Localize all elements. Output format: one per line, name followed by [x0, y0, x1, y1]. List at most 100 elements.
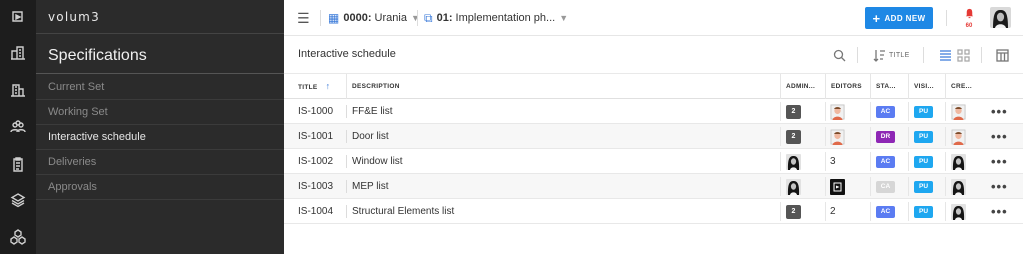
column-header-creator[interactable]: CRE...: [945, 74, 972, 99]
icon-rail: [0, 0, 36, 254]
table-row[interactable]: IS-1003 MEP list CA PU •••: [284, 174, 1023, 199]
column-divider: [780, 202, 781, 221]
row-editors[interactable]: [830, 174, 845, 199]
row-visibility[interactable]: PU: [914, 99, 933, 124]
phase-code: 01:: [436, 12, 453, 24]
row-admins[interactable]: 2: [786, 99, 801, 124]
status-badge: AC: [876, 155, 895, 168]
column-divider: [870, 127, 871, 146]
more-options-icon[interactable]: •••: [991, 174, 1008, 199]
team-icon[interactable]: [0, 110, 36, 144]
column-divider: [780, 152, 781, 171]
column-divider: [908, 102, 909, 121]
phase-selector[interactable]: ⧉ 01: Implementation ph... ▼: [424, 0, 568, 36]
column-header-admins[interactable]: ADMIN...: [780, 74, 815, 99]
column-header-status[interactable]: STA...: [870, 74, 896, 99]
buildings-icon[interactable]: [0, 36, 36, 70]
column-divider: [908, 152, 909, 171]
column-divider: [825, 102, 826, 121]
row-editors-count: 3: [830, 156, 836, 167]
row-admins-count-badge: 2: [786, 129, 801, 144]
column-divider: [780, 102, 781, 121]
clipboard-icon[interactable]: [0, 147, 36, 181]
list-view-icon[interactable]: [939, 46, 952, 64]
row-editors-count: 2: [830, 206, 836, 217]
row-status[interactable]: DR: [876, 124, 895, 149]
logo-icon[interactable]: [0, 0, 36, 34]
sidebar: volum3 Specifications Current Set Workin…: [36, 0, 284, 254]
row-admins[interactable]: [786, 149, 801, 174]
notifications-button[interactable]: 60: [959, 6, 979, 30]
row-visibility[interactable]: PU: [914, 199, 933, 224]
grid-view-icon[interactable]: [957, 46, 970, 64]
search-icon[interactable]: [833, 46, 846, 64]
sidebar-item-working-set[interactable]: Working Set: [36, 100, 284, 125]
row-title: IS-1004: [298, 206, 334, 217]
hamburger-icon[interactable]: ☰: [297, 0, 310, 36]
row-creator[interactable]: [951, 99, 966, 124]
row-editors[interactable]: [830, 99, 845, 124]
column-divider: [870, 202, 871, 221]
more-options-icon[interactable]: •••: [991, 124, 1008, 149]
status-badge: DR: [876, 130, 895, 143]
table-header: TITLE ↑ DESCRIPTION ADMIN... EDITORS STA.…: [284, 74, 1023, 99]
table-row[interactable]: IS-1004 Structural Elements list 2 2 AC PU •••: [284, 199, 1023, 224]
column-header-editors[interactable]: EDITORS: [825, 74, 862, 99]
notification-count: 60: [965, 23, 973, 29]
column-header-visibility[interactable]: VISI...: [908, 74, 934, 99]
row-editors[interactable]: 3: [830, 149, 836, 174]
cubes-icon[interactable]: [0, 220, 36, 254]
row-status[interactable]: AC: [876, 99, 895, 124]
avatar: [830, 103, 845, 120]
table-row[interactable]: IS-1002 Window list 3 AC PU •••: [284, 149, 1023, 174]
add-new-label: ADD NEW: [884, 13, 926, 23]
sidebar-item-approvals[interactable]: Approvals: [36, 175, 284, 200]
row-creator[interactable]: [951, 149, 966, 174]
column-header-description[interactable]: DESCRIPTION: [346, 74, 400, 99]
row-creator[interactable]: [951, 174, 966, 199]
row-status[interactable]: AC: [876, 149, 895, 174]
building-icon[interactable]: [0, 73, 36, 107]
column-header-title[interactable]: TITLE ↑: [298, 74, 330, 99]
sidebar-item-current-set[interactable]: Current Set: [36, 75, 284, 100]
row-creator[interactable]: [951, 199, 966, 224]
divider: [36, 73, 284, 74]
avatar: [830, 128, 845, 145]
project-code: 0000:: [343, 12, 372, 24]
row-status[interactable]: CA: [876, 174, 895, 199]
row-admins[interactable]: [786, 174, 801, 199]
columns-icon[interactable]: [996, 46, 1009, 64]
row-description: Door list: [346, 130, 389, 143]
layers-icon[interactable]: [0, 183, 36, 217]
table-row[interactable]: IS-1001 Door list 2 DR PU •••: [284, 124, 1023, 149]
section-title: Specifications: [48, 47, 147, 64]
top-bar: ☰ ▦ 0000: Urania ▼ ⧉ 01: Implementation …: [284, 0, 1023, 36]
row-visibility[interactable]: PU: [914, 124, 933, 149]
project-selector[interactable]: ▦ 0000: Urania ▼: [328, 0, 420, 36]
row-editors[interactable]: 2: [830, 199, 836, 224]
sidebar-item-interactive-schedule[interactable]: Interactive schedule: [36, 125, 284, 150]
more-options-icon[interactable]: •••: [991, 149, 1008, 174]
more-options-icon[interactable]: •••: [991, 199, 1008, 224]
row-admins[interactable]: 2: [786, 124, 801, 149]
divider: [417, 10, 418, 26]
row-creator[interactable]: [951, 124, 966, 149]
row-status[interactable]: AC: [876, 199, 895, 224]
status-badge: AC: [876, 205, 895, 218]
table-row[interactable]: IS-1000 FF&E list 2 AC PU •••: [284, 99, 1023, 124]
column-divider: [945, 177, 946, 196]
row-editors[interactable]: [830, 124, 845, 149]
column-divider: [825, 202, 826, 221]
row-visibility[interactable]: PU: [914, 149, 933, 174]
row-admins[interactable]: 2: [786, 199, 801, 224]
sort-icon: [873, 49, 885, 62]
creator-avatar: [951, 128, 966, 145]
sort-button[interactable]: TITLE: [873, 46, 910, 64]
creator-avatar: [951, 103, 966, 120]
add-new-button[interactable]: + ADD NEW: [865, 7, 933, 29]
more-options-icon[interactable]: •••: [991, 99, 1008, 124]
row-title: IS-1000: [298, 106, 334, 117]
user-avatar[interactable]: [990, 7, 1011, 28]
sidebar-item-deliveries[interactable]: Deliveries: [36, 150, 284, 175]
row-visibility[interactable]: PU: [914, 174, 933, 199]
